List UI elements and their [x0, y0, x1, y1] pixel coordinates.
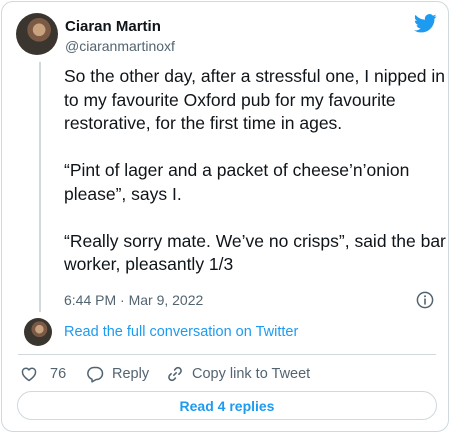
tweet-paragraph: “Really sorry mate. We’ve no crisps”, sa… [64, 230, 446, 275]
speech-bubble-icon [87, 366, 104, 383]
twitter-bird-icon[interactable] [414, 14, 437, 33]
divider [18, 354, 436, 355]
tweet-paragraph: “Pint of lager and a packet of cheese’n’… [64, 160, 410, 204]
tweet-card: Ciaran Martin @ciaranmartinoxf So the ot… [1, 1, 449, 432]
reply-label: Reply [112, 366, 150, 382]
author-avatar[interactable] [16, 13, 58, 55]
tweet-text: So the other day, after a stressful one,… [64, 65, 446, 277]
author-handle[interactable]: @ciaranmartinoxf [65, 38, 175, 54]
like-button[interactable]: 76 [20, 363, 66, 385]
tweet-paragraph: So the other day, after a stressful one,… [64, 66, 446, 133]
link-icon [168, 366, 182, 382]
info-icon[interactable] [416, 291, 434, 309]
tweet-timestamp[interactable]: 6:44 PM · Mar 9, 2022 [64, 292, 203, 308]
read-replies-button[interactable]: Read 4 replies [17, 391, 437, 420]
copy-link-button[interactable]: Copy link to Tweet [166, 363, 310, 385]
thread-line [39, 62, 41, 312]
heart-icon [21, 367, 37, 382]
reply-button[interactable]: Reply [86, 363, 149, 385]
conversation-avatar [24, 318, 52, 346]
read-full-conversation-link[interactable]: Read the full conversation on Twitter [64, 324, 298, 340]
like-count: 76 [50, 366, 67, 382]
author-name[interactable]: Ciaran Martin [65, 18, 161, 35]
copy-link-label: Copy link to Tweet [192, 366, 311, 382]
